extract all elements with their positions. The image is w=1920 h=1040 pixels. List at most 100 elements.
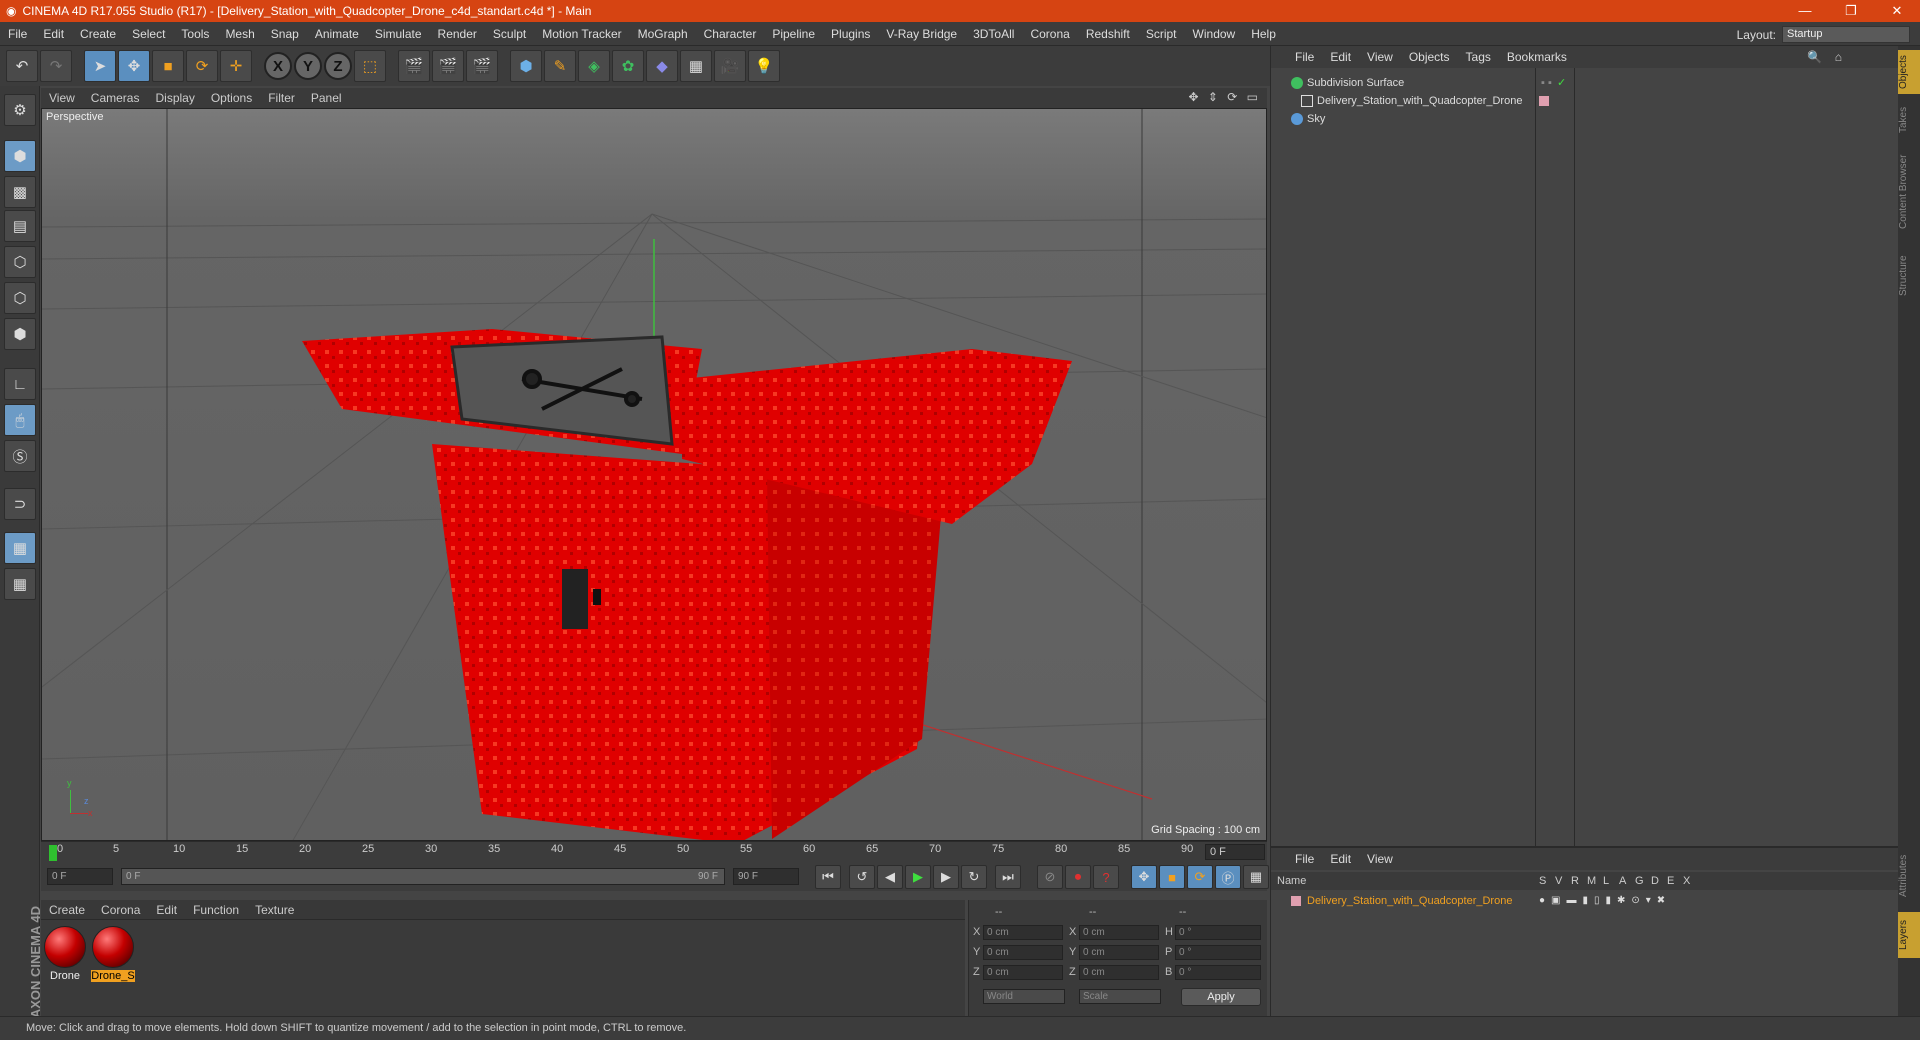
x-axis-lock-button[interactable]: X <box>264 52 292 80</box>
menu-motion-tracker[interactable]: Motion Tracker <box>534 27 629 41</box>
make-editable-icon[interactable]: ⚙ <box>4 94 36 126</box>
key-parameter-icon[interactable]: Ⓟ <box>1215 865 1241 889</box>
recent-tool-icon[interactable]: ✛ <box>220 50 252 82</box>
magnet-icon[interactable]: ⊃ <box>4 488 36 520</box>
edges-mode-icon[interactable]: ⬡ <box>4 282 36 314</box>
menu-sculpt[interactable]: Sculpt <box>485 27 534 41</box>
previous-key-icon[interactable]: ↺ <box>849 865 875 889</box>
key-pla-icon[interactable]: ▦ <box>1243 865 1269 889</box>
object-menu-objects[interactable]: Objects <box>1401 50 1458 64</box>
viewport-menu-view[interactable]: View <box>41 91 83 105</box>
undo-icon[interactable]: ↶ <box>6 50 38 82</box>
menu-snap[interactable]: Snap <box>263 27 307 41</box>
key-position-icon[interactable]: ✥ <box>1131 865 1157 889</box>
material-menu-edit[interactable]: Edit <box>148 903 185 917</box>
menu-window[interactable]: Window <box>1185 27 1244 41</box>
object-row[interactable]: Sky <box>1271 110 1899 128</box>
tweak-mode-icon[interactable]: 🖱 <box>4 404 36 436</box>
rotate-tool-icon[interactable]: ⟳ <box>186 50 218 82</box>
move-tool-icon[interactable]: ✥ <box>118 50 150 82</box>
current-frame-field[interactable]: 0 F <box>1205 844 1265 860</box>
z-axis-lock-button[interactable]: Z <box>324 52 352 80</box>
render-view-icon[interactable]: 🎬 <box>398 50 430 82</box>
layer-menu-view[interactable]: View <box>1359 852 1401 866</box>
rotation-b-field[interactable]: 0 ° <box>1175 965 1261 980</box>
previous-frame-icon[interactable]: ◀ <box>877 865 903 889</box>
rotation-p-field[interactable]: 0 ° <box>1175 945 1261 960</box>
keyframe-selection-icon[interactable]: ? <box>1093 865 1119 889</box>
edit-render-settings-icon[interactable]: 🎬 <box>466 50 498 82</box>
go-to-end-icon[interactable]: ⏭ <box>995 865 1021 889</box>
viewport-menu-options[interactable]: Options <box>203 91 260 105</box>
menu-3dtoall[interactable]: 3DToAll <box>965 27 1022 41</box>
layer-row[interactable]: Delivery_Station_with_Quadcopter_Drone ●… <box>1271 892 1899 910</box>
menu-select[interactable]: Select <box>124 27 173 41</box>
live-selection-icon[interactable]: ➤ <box>84 50 116 82</box>
tab-takes[interactable]: Takes <box>1898 102 1920 138</box>
viewport-perspective[interactable]: Perspective Grid Spacing : 100 cm y x z <box>41 108 1267 841</box>
close-button[interactable]: ✕ <box>1874 0 1920 22</box>
menu-tools[interactable]: Tools <box>173 27 217 41</box>
minimize-button[interactable]: — <box>1782 0 1828 22</box>
material-menu-texture[interactable]: Texture <box>247 903 302 917</box>
texture-mode-icon[interactable]: ▩ <box>4 176 36 208</box>
light-icon[interactable]: 💡 <box>748 50 780 82</box>
layer-menu-edit[interactable]: Edit <box>1322 852 1359 866</box>
playhead-marker[interactable] <box>49 845 57 861</box>
menu-script[interactable]: Script <box>1138 27 1185 41</box>
object-row[interactable]: Delivery_Station_with_Quadcopter_Drone <box>1271 92 1899 110</box>
coordinate-system-icon[interactable]: ⬚ <box>354 50 386 82</box>
subdivision-surface-icon[interactable]: ◈ <box>578 50 610 82</box>
axis-mode-icon[interactable]: ∟ <box>4 368 36 400</box>
tab-objects[interactable]: Objects <box>1898 50 1920 94</box>
cube-primitive-icon[interactable]: ⬢ <box>510 50 542 82</box>
y-axis-lock-button[interactable]: Y <box>294 52 322 80</box>
material-swatch[interactable]: Drone <box>43 926 87 982</box>
polygons-mode-icon[interactable]: ⬢ <box>4 318 36 350</box>
layer-menu-file[interactable]: File <box>1287 852 1322 866</box>
object-search-icon[interactable]: 🔍 <box>1807 50 1822 64</box>
menu-file[interactable]: File <box>0 27 35 41</box>
grid-snap-icon[interactable]: ▦ <box>4 568 36 600</box>
menu-mesh[interactable]: Mesh <box>217 27 262 41</box>
menu-plugins[interactable]: Plugins <box>823 27 878 41</box>
play-forward-icon[interactable]: ▶ <box>905 865 931 889</box>
enabled-check-icon[interactable]: ✓ <box>1557 74 1566 92</box>
next-frame-icon[interactable]: ▶ <box>933 865 959 889</box>
object-menu-edit[interactable]: Edit <box>1322 50 1359 64</box>
menu-character[interactable]: Character <box>696 27 765 41</box>
material-menu-create[interactable]: Create <box>41 903 93 917</box>
layer-flags-icons[interactable]: ●▣▬▮▯▮✱⊙▾✖ <box>1539 892 1671 910</box>
cloner-icon[interactable]: ✿ <box>612 50 644 82</box>
menu-animate[interactable]: Animate <box>307 27 367 41</box>
size-mode-dropdown[interactable]: Scale <box>1079 989 1161 1004</box>
timeline-ruler[interactable]: 0 5 10 15 20 25 30 35 40 45 50 55 60 65 … <box>41 841 1267 863</box>
workplane-lock-icon[interactable]: ▦ <box>4 532 36 564</box>
menu-simulate[interactable]: Simulate <box>367 27 430 41</box>
object-menu-file[interactable]: File <box>1287 50 1322 64</box>
object-menu-tags[interactable]: Tags <box>1458 50 1499 64</box>
tab-content-browser[interactable]: Content Browser <box>1898 144 1920 240</box>
tab-layers[interactable]: Layers <box>1898 912 1920 958</box>
end-frame-field[interactable]: 90 F <box>733 868 799 885</box>
menu-pipeline[interactable]: Pipeline <box>764 27 823 41</box>
key-rotation-icon[interactable]: ⟳ <box>1187 865 1213 889</box>
scale-tool-icon[interactable]: ■ <box>152 50 184 82</box>
menu-vray-bridge[interactable]: V-Ray Bridge <box>878 27 965 41</box>
snap-icon[interactable]: Ⓢ <box>4 440 36 472</box>
menu-render[interactable]: Render <box>430 27 485 41</box>
tab-attributes[interactable]: Attributes <box>1898 846 1920 906</box>
deformer-icon[interactable]: ◆ <box>646 50 678 82</box>
restore-button[interactable]: ❐ <box>1828 0 1874 22</box>
rotation-h-field[interactable]: 0 ° <box>1175 925 1261 940</box>
object-menu-view[interactable]: View <box>1359 50 1401 64</box>
redo-icon[interactable]: ↷ <box>40 50 72 82</box>
menu-edit[interactable]: Edit <box>35 27 72 41</box>
floor-icon[interactable]: ▦ <box>680 50 712 82</box>
render-to-picture-viewer-icon[interactable]: 🎬 <box>432 50 464 82</box>
viewport-menu-panel[interactable]: Panel <box>303 91 350 105</box>
viewport-menu-display[interactable]: Display <box>147 91 202 105</box>
viewport-menu-cameras[interactable]: Cameras <box>83 91 148 105</box>
size-x-field[interactable]: 0 cm <box>1079 925 1159 940</box>
object-menu-bookmarks[interactable]: Bookmarks <box>1499 50 1575 64</box>
